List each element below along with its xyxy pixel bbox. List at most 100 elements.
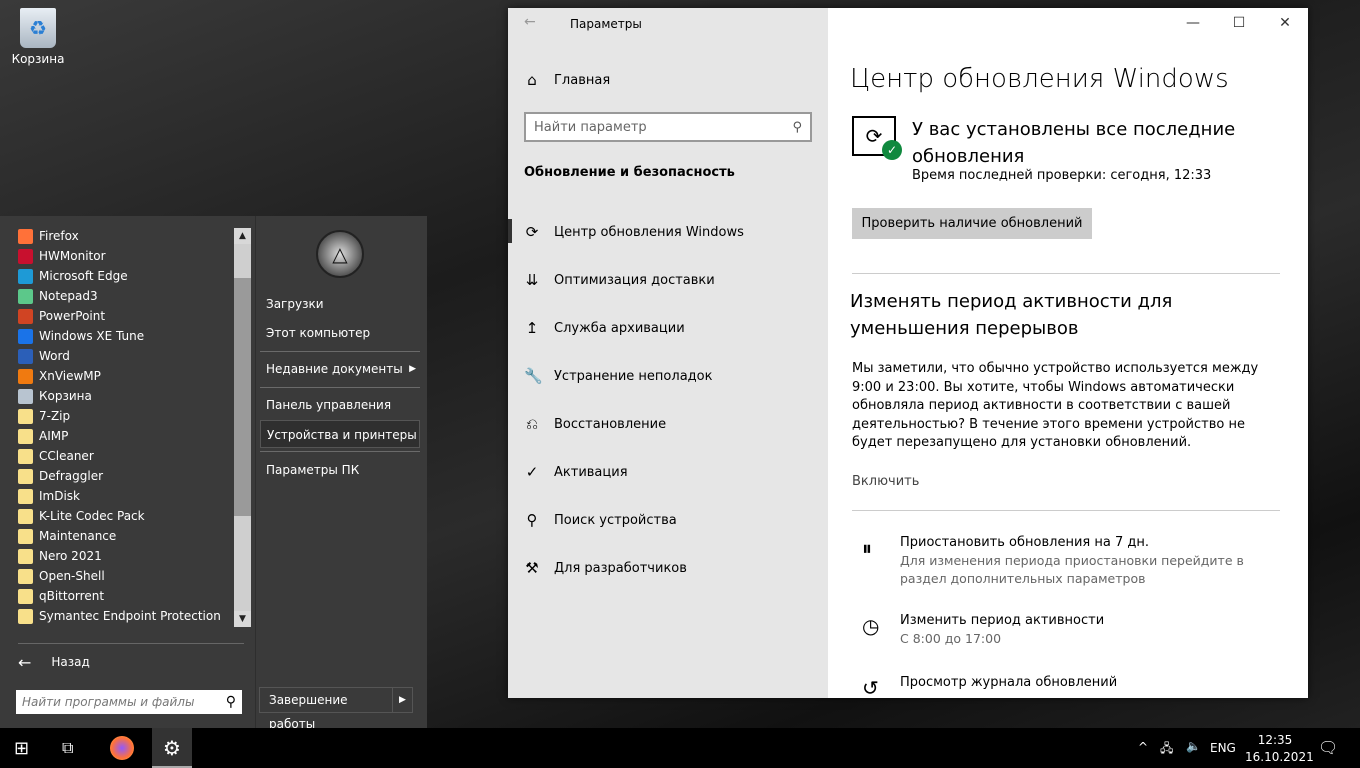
shutdown-options-chevron-icon[interactable]: ▶ xyxy=(392,688,412,712)
nav-item[interactable]: ↥ Служба архивации xyxy=(524,313,824,343)
nav-item[interactable]: ⚲ Поиск устройства xyxy=(524,505,824,535)
program-item[interactable]: ImDisk xyxy=(18,486,228,506)
nav-label: Поиск устройства xyxy=(554,512,677,528)
user-avatar[interactable]: △ xyxy=(316,230,364,278)
program-item[interactable]: HWMonitor xyxy=(18,246,228,266)
program-item[interactable]: Maintenance xyxy=(18,526,228,546)
nav-home[interactable]: ⌂ Главная xyxy=(524,65,824,95)
menu-this-computer[interactable]: Этот компьютер xyxy=(260,319,420,347)
program-item[interactable]: Symantec Endpoint Protection xyxy=(18,606,228,626)
menu-devices-printers[interactable]: Устройства и принтеры xyxy=(260,420,420,448)
folder-icon xyxy=(18,428,33,444)
folder-icon xyxy=(18,548,33,564)
language-indicator[interactable]: ENG xyxy=(1210,741,1236,755)
program-item[interactable]: K-Lite Codec Pack xyxy=(18,506,228,526)
program-label: XnViewMP xyxy=(39,369,101,383)
nav-item[interactable]: ⚒ Для разработчиков xyxy=(524,553,824,583)
settings-content: — ☐ ✕ Центр обновления Windows ⟳ ✓ У вас … xyxy=(828,8,1308,700)
nav-label: Служба архивации xyxy=(554,320,685,336)
program-label: Notepad3 xyxy=(39,289,98,303)
network-icon[interactable]: 🖧 xyxy=(1160,739,1173,760)
option-subtitle: С 8:00 до 17:00 xyxy=(900,631,1002,646)
nav-item[interactable]: ⟳ Центр обновления Windows xyxy=(524,217,824,247)
sync-icon: ⟳ xyxy=(525,223,539,241)
nav-label: Восстановление xyxy=(554,416,667,432)
update-option[interactable]: ⏸ Приостановить обновления на 7 дн. Для из… xyxy=(862,534,1282,588)
chevron-up-icon[interactable]: ^ xyxy=(1138,740,1148,754)
programs-scrollbar[interactable]: ▲ ▼ xyxy=(234,228,251,627)
program-item[interactable]: XnViewMP xyxy=(18,366,228,386)
notifications-icon[interactable]: 🗨 xyxy=(1318,738,1338,757)
program-item[interactable]: Word xyxy=(18,346,228,366)
program-item[interactable]: Nero 2021 xyxy=(18,546,228,566)
program-item[interactable]: Notepad3 xyxy=(18,286,228,306)
program-label: 7-Zip xyxy=(39,409,71,423)
find-device-icon: ⚲ xyxy=(526,511,538,529)
nav-item[interactable]: 🔧 Устранение неполадок xyxy=(524,361,824,391)
program-item[interactable]: Open-Shell xyxy=(18,566,228,586)
clock[interactable]: 12:35 16.10.2021 xyxy=(1245,732,1314,766)
menu-downloads[interactable]: Загрузки xyxy=(260,290,420,318)
update-option[interactable]: ↺ Просмотр журнала обновлений xyxy=(862,674,1282,700)
desktop-recycle-bin[interactable]: ♻ Корзина xyxy=(8,8,68,66)
menu-pc-settings[interactable]: Параметры ПК xyxy=(260,456,420,484)
program-item[interactable]: AIMP xyxy=(18,426,228,446)
folder-icon xyxy=(18,608,33,624)
program-label: Корзина xyxy=(39,389,92,403)
program-label: ImDisk xyxy=(39,489,81,503)
arrow-left-icon: ← xyxy=(18,652,32,672)
folder-icon xyxy=(18,488,33,504)
program-item[interactable]: PowerPoint xyxy=(18,306,228,326)
nav-item[interactable]: ✓ Активация xyxy=(524,457,824,487)
back-arrow-icon[interactable]: ← xyxy=(524,14,536,30)
shutdown-button[interactable]: Завершение работы ▶ xyxy=(259,687,413,731)
search-placeholder: Найти параметр xyxy=(534,119,647,135)
scroll-down-button[interactable]: ▼ xyxy=(234,611,251,627)
program-item[interactable]: Firefox xyxy=(18,226,228,246)
settings-taskbar-icon[interactable]: ⚙ xyxy=(152,728,192,768)
firefox-taskbar-icon[interactable] xyxy=(110,736,134,760)
recycle-bin-icon xyxy=(18,388,33,404)
program-item[interactable]: Microsoft Edge xyxy=(18,266,228,286)
date: 16.10.2021 xyxy=(1245,750,1314,764)
scroll-up-button[interactable]: ▲ xyxy=(234,228,251,244)
settings-search-input[interactable]: Найти параметр ⚲ xyxy=(524,112,812,142)
program-search-input[interactable]: Найти программы и файлы ⚲ xyxy=(16,690,242,714)
powerpoint-icon xyxy=(18,308,33,324)
program-label: Maintenance xyxy=(39,529,117,543)
recent-label: Недавние документы xyxy=(266,362,403,376)
program-item[interactable]: Корзина xyxy=(18,386,228,406)
program-item[interactable]: Windows XE Tune xyxy=(18,326,228,346)
minimize-button[interactable]: — xyxy=(1170,8,1216,38)
back-button[interactable]: ← Назад xyxy=(18,652,90,672)
nav-item[interactable]: ⇊ Оптимизация доставки xyxy=(524,265,824,295)
task-view-icon[interactable]: ⧉ xyxy=(62,738,73,758)
recovery-icon: ⎌ xyxy=(525,415,538,433)
search-placeholder: Найти программы и файлы xyxy=(22,695,195,709)
developer-icon: ⚒ xyxy=(525,559,539,577)
program-label: Symantec Endpoint Protection xyxy=(39,609,221,623)
option-title: Приостановить обновления на 7 дн. xyxy=(900,535,1149,550)
scrollbar-thumb[interactable] xyxy=(234,278,251,516)
home-label: Главная xyxy=(554,72,611,88)
volume-icon[interactable]: 🔈 xyxy=(1186,739,1201,753)
nav-item[interactable]: ⎌ Восстановление xyxy=(524,409,824,439)
update-option[interactable]: ◷ Изменить период активности С 8:00 до 17:… xyxy=(862,612,1282,648)
program-item[interactable]: CCleaner xyxy=(18,446,228,466)
maximize-button[interactable]: ☐ xyxy=(1216,8,1262,38)
program-item[interactable]: qBittorrent xyxy=(18,586,228,606)
window-title: Параметры xyxy=(570,17,642,31)
taskbar: ⊞ ⧉ ⚙ ^ 🖧 🔈 ENG 12:35 16.10.2021 🗨 xyxy=(0,728,1360,768)
program-item[interactable]: 7-Zip xyxy=(18,406,228,426)
enable-link[interactable]: Включить xyxy=(852,474,919,489)
menu-recent-documents[interactable]: Недавние документы ▶ xyxy=(260,355,420,383)
nav-label: Центр обновления Windows xyxy=(554,224,744,240)
menu-control-panel[interactable]: Панель управления xyxy=(260,391,420,419)
program-item[interactable]: Defraggler xyxy=(18,466,228,486)
check-updates-button[interactable]: Проверить наличие обновлений xyxy=(852,208,1092,239)
program-label: Firefox xyxy=(39,229,79,243)
program-label: Word xyxy=(39,349,70,363)
windows-start-icon[interactable]: ⊞ xyxy=(14,738,29,759)
folder-icon xyxy=(18,468,33,484)
close-button[interactable]: ✕ xyxy=(1262,8,1308,38)
